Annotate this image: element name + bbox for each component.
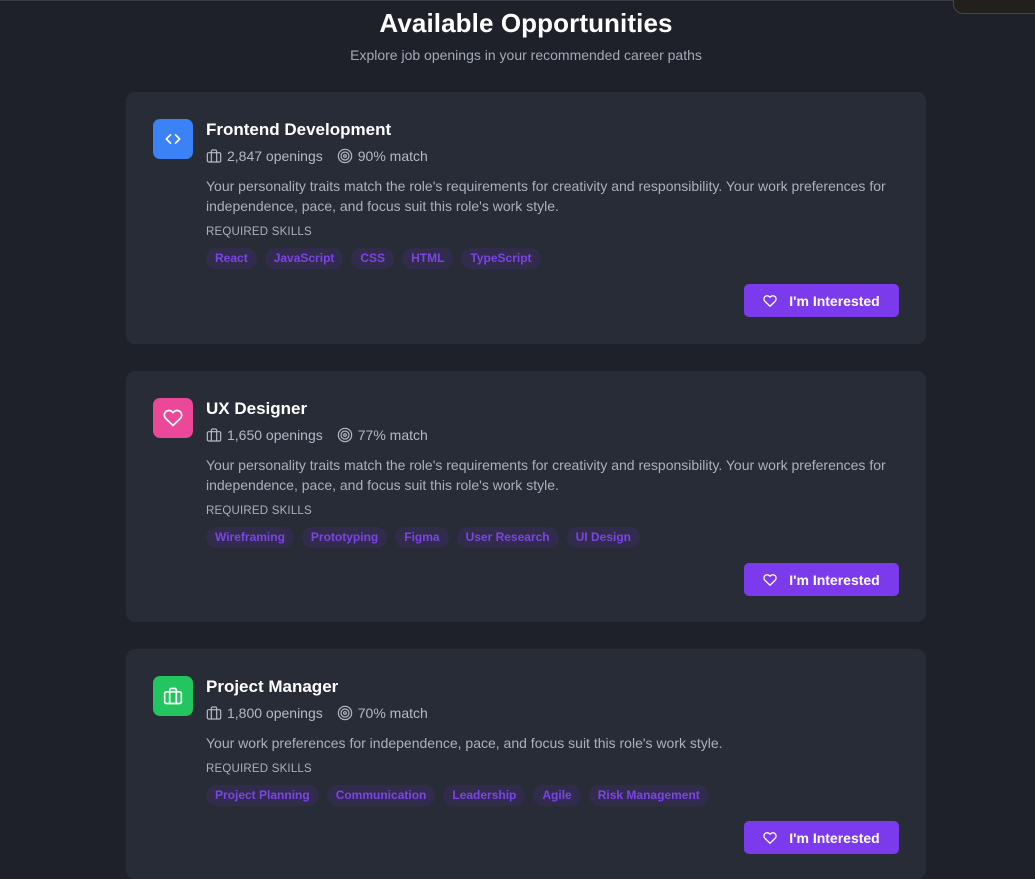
card-meta: 1,800 openings 70% match	[206, 704, 442, 722]
card-meta: 1,650 openings 77% match	[206, 426, 442, 444]
heart-icon	[153, 398, 193, 438]
target-icon	[337, 705, 353, 721]
skills-label: REQUIRED SKILLS	[206, 505, 312, 517]
skill-chip: Figma	[395, 527, 449, 548]
page-title: Available Opportunities	[379, 8, 673, 38]
match-percentage: 90% match	[357, 148, 428, 164]
openings-count: 1,800 openings	[227, 705, 323, 721]
skill-chip: TypeScript	[461, 248, 541, 269]
skill-chip: Project Planning	[206, 785, 319, 806]
skills-list: Project Planning Communication Leadershi…	[206, 785, 717, 806]
card-description: Your work preferences for independence, …	[206, 735, 723, 751]
card-description: Your personality traits match the role's…	[206, 178, 886, 214]
interested-button[interactable]: I'm Interested	[744, 821, 899, 854]
page-subtitle: Explore job openings in your recommended…	[350, 47, 702, 63]
career-card-frontend-development: Frontend Development 2,847 openings 90% …	[126, 92, 926, 344]
interested-button-label: I'm Interested	[789, 292, 880, 309]
card-title: Frontend Development	[206, 120, 392, 139]
skill-chip: HTML	[402, 248, 454, 269]
openings-count: 2,847 openings	[227, 148, 323, 164]
heart-icon	[763, 294, 777, 307]
briefcase-icon	[153, 676, 193, 716]
briefcase-icon	[206, 148, 222, 164]
skills-label: REQUIRED SKILLS	[206, 763, 312, 775]
code-icon	[153, 119, 193, 159]
career-card-ux-designer: UX Designer 1,650 openings 77% match You…	[126, 371, 926, 622]
skill-chip: Communication	[326, 785, 436, 806]
skills-list: React JavaScript CSS HTML TypeScript	[206, 248, 549, 269]
match-percentage: 77% match	[357, 427, 428, 443]
card-description: Your personality traits match the role's…	[206, 457, 886, 493]
interested-button-label: I'm Interested	[789, 571, 880, 588]
target-icon	[337, 148, 353, 164]
interested-button-label: I'm Interested	[789, 829, 880, 846]
skill-chip: Leadership	[443, 785, 526, 806]
skill-chip: Wireframing	[206, 527, 294, 548]
openings-count: 1,650 openings	[227, 427, 323, 443]
skills-list: Wireframing Prototyping Figma User Resea…	[206, 527, 648, 548]
skill-chip: User Research	[456, 527, 559, 548]
skill-chip: React	[206, 248, 257, 269]
briefcase-icon	[206, 427, 222, 443]
career-card-project-manager: Project Manager 1,800 openings 70% match…	[126, 649, 926, 879]
interested-button[interactable]: I'm Interested	[744, 563, 899, 596]
skill-chip: Risk Management	[588, 785, 709, 806]
skill-chip: JavaScript	[264, 248, 344, 269]
skill-chip: UI Design	[566, 527, 640, 548]
heart-icon	[763, 573, 777, 586]
card-title: UX Designer	[206, 399, 308, 418]
skill-chip: Agile	[533, 785, 581, 806]
top-divider	[0, 0, 1035, 1]
interested-button[interactable]: I'm Interested	[744, 284, 899, 317]
heart-icon	[763, 831, 777, 844]
skill-chip: CSS	[351, 248, 395, 269]
briefcase-icon	[206, 705, 222, 721]
card-meta: 2,847 openings 90% match	[206, 147, 442, 165]
skill-chip: Prototyping	[301, 527, 388, 548]
target-icon	[337, 427, 353, 443]
match-percentage: 70% match	[357, 705, 428, 721]
card-title: Project Manager	[206, 677, 339, 696]
skills-label: REQUIRED SKILLS	[206, 226, 312, 238]
